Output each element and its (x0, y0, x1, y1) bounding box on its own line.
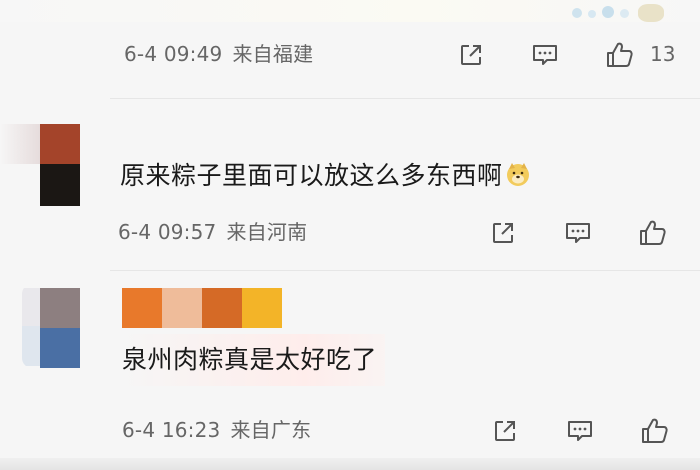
comment-list: 6-4 09:49 来自福建 13 原来粽子里面可以放这么多东西啊 6-4 09… (0, 0, 700, 470)
comment-location: 来自广东 (230, 418, 312, 442)
like-count: 13 (650, 42, 676, 66)
reply-button[interactable] (565, 416, 595, 446)
comment-location: 来自河南 (226, 220, 308, 244)
comment-meta: 6-4 09:49 来自福建 (124, 34, 313, 74)
comment-date: 6-4 09:49 (124, 42, 223, 66)
comment-icon (566, 223, 590, 243)
thumbs-up-icon (607, 42, 633, 67)
avatar[interactable] (0, 118, 88, 210)
comment-body: 泉州肉粽真是太好吃了 (122, 345, 378, 374)
divider (110, 98, 700, 99)
share-icon (461, 45, 481, 65)
comment-icon (533, 45, 557, 65)
thumbs-up-icon (640, 220, 666, 245)
share-icon (495, 421, 515, 441)
comment-text: 泉州肉粽真是太好吃了 (118, 334, 386, 386)
username-mosaic[interactable] (122, 288, 282, 328)
comment-location: 来自福建 (232, 42, 314, 66)
reply-button[interactable] (530, 40, 560, 70)
share-icon (493, 223, 513, 243)
comment-date: 6-4 09:57 (118, 220, 217, 244)
comment-meta: 6-4 09:57 来自河南 (118, 212, 307, 252)
share-button[interactable] (488, 218, 518, 248)
comment-body: 原来粽子里面可以放这么多东西啊 (120, 161, 503, 190)
comment-text: 原来粽子里面可以放这么多东西啊 (120, 156, 531, 192)
previous-comment-strip (0, 0, 700, 22)
bottom-edge (0, 458, 700, 470)
divider (110, 270, 700, 271)
like-button[interactable] (638, 218, 668, 248)
like-button[interactable] (640, 416, 670, 446)
thumbs-up-icon (642, 418, 668, 443)
avatar[interactable] (22, 284, 92, 368)
sticker-image (562, 2, 682, 22)
doge-emoji-icon (506, 163, 529, 186)
share-button[interactable] (456, 40, 486, 70)
share-button[interactable] (490, 416, 520, 446)
comment-meta: 6-4 16:23 来自广东 (122, 410, 311, 450)
comment-date: 6-4 16:23 (122, 418, 221, 442)
comment-meta-row: 6-4 16:23 来自广东 (0, 410, 700, 450)
comment-meta-row: 6-4 09:49 来自福建 13 (0, 34, 700, 74)
comment-meta-row: 6-4 09:57 来自河南 (0, 212, 700, 252)
reply-button[interactable] (563, 218, 593, 248)
comment-icon (568, 421, 592, 441)
like-button[interactable] (605, 40, 635, 70)
